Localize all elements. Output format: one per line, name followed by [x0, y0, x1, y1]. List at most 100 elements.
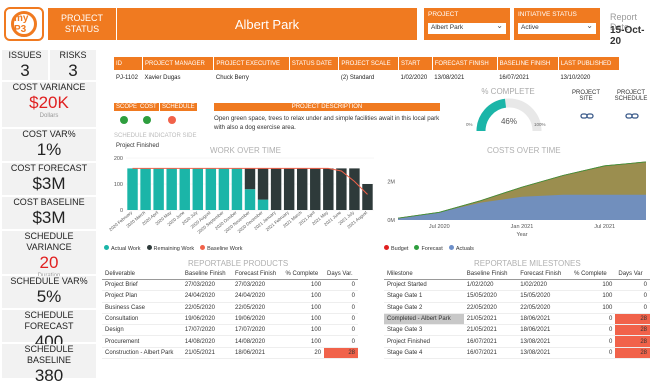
baseline-cell: 1/02/2020: [463, 279, 518, 292]
table-row[interactable]: Business Case 22/05/2020 22/05/2020 100 0: [102, 302, 358, 314]
days-var-cell: 0: [324, 335, 358, 348]
forecast-cell: 14/08/2020: [232, 335, 283, 348]
forecast-cell: 1/02/2020: [517, 279, 572, 292]
days-var-cell: 28: [615, 324, 650, 337]
actual-work-bar: [192, 168, 204, 210]
y-tick-label: 0: [120, 208, 123, 214]
schedule-baseline-value: 380: [34, 366, 64, 385]
risks-value: 3: [68, 61, 78, 80]
col-forecast-finish: Forecast Finish: [517, 269, 572, 280]
complete-cell: 100: [282, 279, 325, 292]
table-row[interactable]: Project Brief 27/03/2020 27/03/2020 100 0: [102, 279, 358, 292]
y-tick-label: 200: [114, 156, 123, 162]
remaining-work-bar: [349, 168, 360, 210]
col-percent-complete: % Complete: [571, 269, 616, 280]
cell-forecast-finish: 13/08/2021: [434, 74, 465, 81]
x-axis-label: Year: [516, 232, 527, 238]
cell-start: 1/02/2020: [400, 74, 428, 81]
cost-var-pct-card: COST VAR% 1%: [2, 129, 96, 161]
work-over-time-chart: 20010002020 February2020 March2020 April…: [108, 156, 374, 235]
table-row[interactable]: Project Started 1/02/2020 1/02/2020 100 0: [384, 279, 650, 292]
legend-remaining-work: Remaining Work: [146, 245, 194, 252]
complete-cell: 0: [571, 335, 616, 348]
scope-status-dot: [120, 116, 128, 124]
col-start: START: [398, 57, 433, 70]
x-tick-label: Jan 2021: [511, 224, 534, 230]
page-title: Albert Park: [117, 8, 417, 40]
table-row[interactable]: Consultation 19/06/2020 19/06/2020 100 0: [102, 313, 358, 326]
table-row[interactable]: Project Finished 16/07/2021 13/08/2021 0 28: [384, 335, 650, 348]
cost-baseline-label: COST BASELINE: [13, 197, 85, 207]
name-cell: Stage Gate 4: [384, 347, 464, 360]
project-description-header: PROJECT DESCRIPTION: [214, 103, 440, 111]
remaining-work-bar: [362, 184, 373, 210]
initiative-filter-select[interactable]: Active: [518, 21, 596, 34]
table-row[interactable]: Completed - Albert Park 21/05/2021 18/06/2…: [384, 313, 650, 326]
cost-variance-card: COST VARIANCE $20K Dollars: [2, 82, 96, 127]
col-id: ID: [114, 57, 143, 70]
days-var-cell: 0: [324, 290, 358, 303]
project-filter[interactable]: PROJECT Albert Park: [424, 8, 510, 40]
reportable-products-title: REPORTABLE PRODUCTS: [188, 259, 289, 268]
issues-label: ISSUES: [8, 50, 42, 60]
days-var-cell: 0: [324, 313, 358, 326]
project-site-link-icon[interactable]: [580, 111, 594, 121]
days-var-cell: 0: [324, 324, 358, 337]
forecast-cell: 13/08/2021: [517, 347, 572, 360]
percent-complete-title: % COMPLETE: [481, 87, 535, 96]
days-var-cell: 28: [615, 313, 650, 326]
reportable-milestones-title: REPORTABLE MILESTONES: [474, 259, 581, 268]
complete-cell: 100: [282, 313, 325, 326]
initiative-status-filter[interactable]: INITIATIVE STATUS Active: [514, 8, 600, 40]
legend-actual-work: Actual Work: [104, 245, 141, 252]
actual-work-bar: [218, 168, 230, 210]
cost-variance-label: COST VARIANCE: [12, 82, 86, 92]
baseline-cell: 21/05/2021: [181, 347, 233, 360]
name-cell: Stage Gate 3: [384, 324, 464, 337]
project-schedule-label: PROJECT SCHEDULE: [614, 90, 648, 102]
issues-card: ISSUES 3: [2, 50, 48, 80]
table-row[interactable]: Construction - Albert Park 21/05/2021 18/0…: [102, 347, 358, 360]
name-cell: Stage Gate 2: [384, 302, 464, 314]
actual-work-bar: [153, 168, 164, 210]
project-schedule-link-icon[interactable]: [625, 111, 639, 121]
forecast-cell: 22/05/2020: [517, 302, 572, 314]
legend-baseline-work: Baseline Work: [200, 245, 242, 252]
reportable-milestones-table: Milestone Baseline Finish Forecast Finis…: [384, 269, 650, 360]
x-tick-label: Jul 2021: [594, 224, 615, 230]
table-row[interactable]: Stage Gate 1 15/05/2020 15/05/2020 100 0: [384, 290, 650, 303]
col-baseline-finish: BASELINE FINISH: [497, 57, 559, 70]
cell-last-published: 13/10/2020: [560, 74, 591, 81]
schedule-baseline-card: SCHEDULE BASELINE 380: [2, 344, 96, 385]
cost-chart-legend: Budget Forecast Actuals: [384, 245, 474, 252]
col-status-date: STATUS DATE: [289, 57, 340, 70]
table-row[interactable]: Stage Gate 4 16/07/2021 13/08/2021 0 28: [384, 347, 650, 360]
cell-status-date: [289, 70, 339, 85]
days-var-cell: 0: [615, 302, 650, 314]
table-row[interactable]: Stage Gate 2 22/05/2020 22/05/2020 100 0: [384, 302, 650, 314]
costs-over-time-chart: 2M 0M Jul 2020 Jan 2021 Jul 2021 Year: [387, 161, 647, 238]
name-cell: Business Case: [102, 302, 182, 314]
table-row[interactable]: Procurement 14/08/2020 14/08/2020 100 0: [102, 335, 358, 348]
col-baseline-finish[interactable]: Baseline Finish: [181, 269, 233, 280]
project-filter-label: PROJECT: [428, 11, 459, 18]
name-cell: Procurement: [102, 335, 182, 348]
schedule-variance-label: SCHEDULE VARIANCE: [24, 231, 74, 252]
baseline-cell: 27/03/2020: [181, 279, 233, 292]
remaining-work-bar: [270, 168, 282, 210]
table-row[interactable]: Stage Gate 3 21/05/2021 18/06/2021 0 28: [384, 324, 650, 337]
project-filter-select[interactable]: Albert Park: [428, 21, 506, 34]
table-row[interactable]: Project Plan 24/04/2020 24/04/2020 100 0: [102, 290, 358, 303]
baseline-cell: 22/05/2020: [463, 302, 518, 314]
col-days-var: Days Var: [615, 269, 650, 280]
legend-actuals: Actuals: [448, 245, 474, 252]
table-row[interactable]: Design 17/07/2020 17/07/2020 100 0: [102, 324, 358, 337]
initiative-filter-label: INITIATIVE STATUS: [518, 11, 577, 18]
work-chart-legend: Actual Work Remaining Work Baseline Work: [104, 245, 242, 252]
complete-cell: 100: [282, 302, 325, 314]
cell-id: PJ-1102: [116, 74, 138, 81]
complete-cell: 0: [571, 347, 616, 360]
baseline-cell: 21/05/2021: [463, 313, 518, 326]
col-baseline-finish[interactable]: Baseline Finish: [463, 269, 518, 280]
complete-cell: 100: [282, 290, 325, 303]
